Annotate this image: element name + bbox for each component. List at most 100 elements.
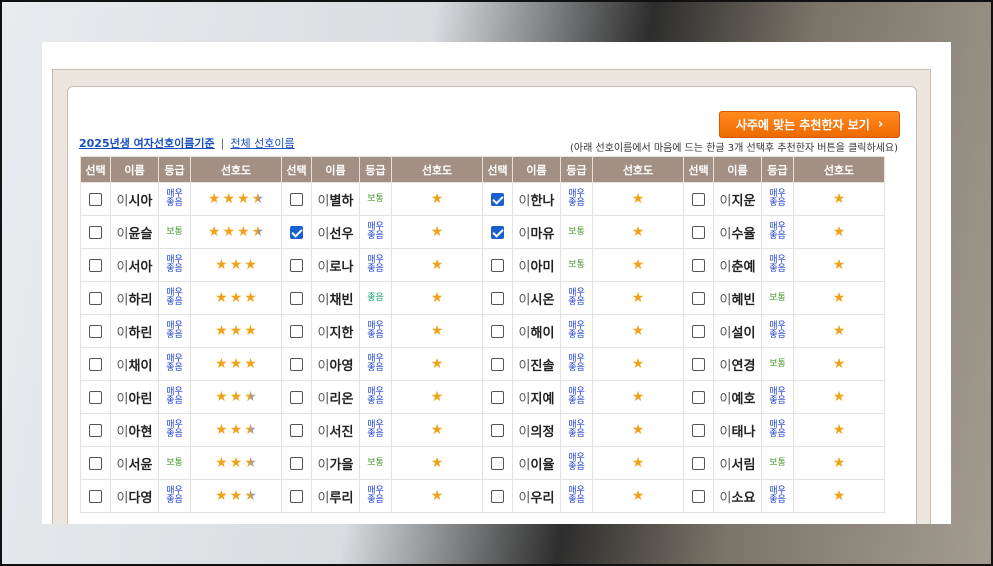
name-checkbox[interactable] xyxy=(89,457,102,470)
star-icon: ★ xyxy=(215,488,228,504)
name-checkbox[interactable] xyxy=(491,259,504,272)
given-name: 춘예 xyxy=(731,259,756,275)
name-cell: 이마유 xyxy=(512,215,561,249)
select-cell xyxy=(80,347,111,381)
grade-badge: 매우 좋음 xyxy=(367,486,384,505)
grade-cell: 매우 좋음 xyxy=(359,347,392,381)
name-checkbox[interactable] xyxy=(89,490,102,503)
name-checkbox[interactable] xyxy=(290,490,303,503)
link-all-preferred-names[interactable]: 전체 선호이름 xyxy=(230,135,294,151)
recommend-hanja-button[interactable]: 사주에 맞는 추천한자 보기 › xyxy=(719,111,900,138)
select-cell xyxy=(683,248,714,282)
name-checkbox[interactable] xyxy=(290,325,303,338)
name-checkbox[interactable] xyxy=(692,358,705,371)
surname: 이 xyxy=(719,424,732,440)
column-header: 이름 xyxy=(713,156,762,183)
name-checkbox[interactable] xyxy=(89,325,102,338)
name-checkbox[interactable] xyxy=(491,490,504,503)
given-name: 태나 xyxy=(731,424,756,440)
surname: 이 xyxy=(518,424,531,440)
name-checkbox[interactable] xyxy=(692,292,705,305)
name-cell: 이예호 xyxy=(713,380,762,414)
name-checkbox[interactable] xyxy=(89,424,102,437)
name-checkbox[interactable] xyxy=(491,292,504,305)
name-checkbox[interactable] xyxy=(692,457,705,470)
name-checkbox[interactable] xyxy=(692,490,705,503)
star-icon: ★ xyxy=(244,257,257,273)
preference-stars: ★ xyxy=(833,192,846,206)
preference-cell: ★ xyxy=(391,413,483,447)
name-checkbox[interactable] xyxy=(89,391,102,404)
name-checkbox[interactable] xyxy=(491,226,504,239)
star-icon: ★ xyxy=(430,257,444,273)
name-checkbox[interactable] xyxy=(692,226,705,239)
preference-cell: ★ xyxy=(592,479,684,513)
select-cell xyxy=(281,380,312,414)
preference-stars: ★ xyxy=(431,225,444,239)
star-icon: ★ xyxy=(207,191,221,207)
name-checkbox[interactable] xyxy=(692,259,705,272)
preference-stars: ★ xyxy=(833,390,846,404)
name-checkbox[interactable] xyxy=(290,193,303,206)
star-icon: ★ xyxy=(631,389,645,405)
column-header: 선택 xyxy=(281,156,312,183)
star-icon: ★ xyxy=(430,290,444,306)
name-checkbox[interactable] xyxy=(89,226,102,239)
surname: 이 xyxy=(719,457,732,473)
name-cell: 이루리 xyxy=(311,479,360,513)
name-checkbox[interactable] xyxy=(89,259,102,272)
grade-cell: 보통 xyxy=(158,215,191,249)
name-checkbox[interactable] xyxy=(692,325,705,338)
name-checkbox[interactable] xyxy=(692,391,705,404)
name-cell: 이서림 xyxy=(713,446,762,480)
table-row: 이아현 매우 좋음 ★ ★ ★ 이서진 매우 좋음 ★ 이의정 매우 좋음 ★ 이태나 매우 좋음 ★ xyxy=(80,413,885,447)
name-checkbox[interactable] xyxy=(491,457,504,470)
name-checkbox[interactable] xyxy=(89,193,102,206)
name-cell: 이아영 xyxy=(311,347,360,381)
star-icon: ★ xyxy=(215,455,228,471)
star-icon: ★ xyxy=(244,290,257,306)
preference-stars: ★ ★ ★ xyxy=(215,258,257,272)
name-checkbox[interactable] xyxy=(290,226,303,239)
preference-cell: ★ xyxy=(391,347,483,381)
star-icon: ★ xyxy=(215,356,228,372)
name-checkbox[interactable] xyxy=(491,358,504,371)
name-checkbox[interactable] xyxy=(290,358,303,371)
select-cell xyxy=(281,248,312,282)
given-name: 이율 xyxy=(530,457,555,473)
link-2025-female-names[interactable]: 2025년생 여자선호이름기준 xyxy=(79,135,215,151)
preference-stars: ★ xyxy=(833,225,846,239)
grade-cell: 매우 좋음 xyxy=(359,314,392,348)
preference-cell: ★ xyxy=(793,479,885,513)
given-name: 소요 xyxy=(731,490,756,506)
surname: 이 xyxy=(317,325,330,341)
name-checkbox[interactable] xyxy=(290,259,303,272)
name-checkbox[interactable] xyxy=(491,325,504,338)
select-cell xyxy=(482,479,513,513)
surname: 이 xyxy=(116,292,129,308)
grade-badge: 보통 xyxy=(166,226,183,237)
name-checkbox[interactable] xyxy=(491,391,504,404)
name-checkbox[interactable] xyxy=(290,391,303,404)
name-checkbox[interactable] xyxy=(89,292,102,305)
star-icon: ★ xyxy=(832,455,846,471)
name-checkbox[interactable] xyxy=(89,358,102,371)
name-cell: 이가을 xyxy=(311,446,360,480)
name-checkbox[interactable] xyxy=(692,424,705,437)
name-checkbox[interactable] xyxy=(491,193,504,206)
grade-badge: 매우 좋음 xyxy=(367,255,384,274)
given-name: 지예 xyxy=(530,391,555,407)
name-checkbox[interactable] xyxy=(491,424,504,437)
given-name: 시아 xyxy=(128,193,153,209)
select-cell xyxy=(80,446,111,480)
select-cell xyxy=(683,479,714,513)
name-checkbox[interactable] xyxy=(290,457,303,470)
name-cell: 이소요 xyxy=(713,479,762,513)
name-cell: 이선우 xyxy=(311,215,360,249)
name-checkbox[interactable] xyxy=(290,292,303,305)
select-cell xyxy=(683,413,714,447)
preference-cell: ★ xyxy=(793,446,885,480)
name-checkbox[interactable] xyxy=(290,424,303,437)
select-cell xyxy=(281,479,312,513)
name-checkbox[interactable] xyxy=(692,193,705,206)
